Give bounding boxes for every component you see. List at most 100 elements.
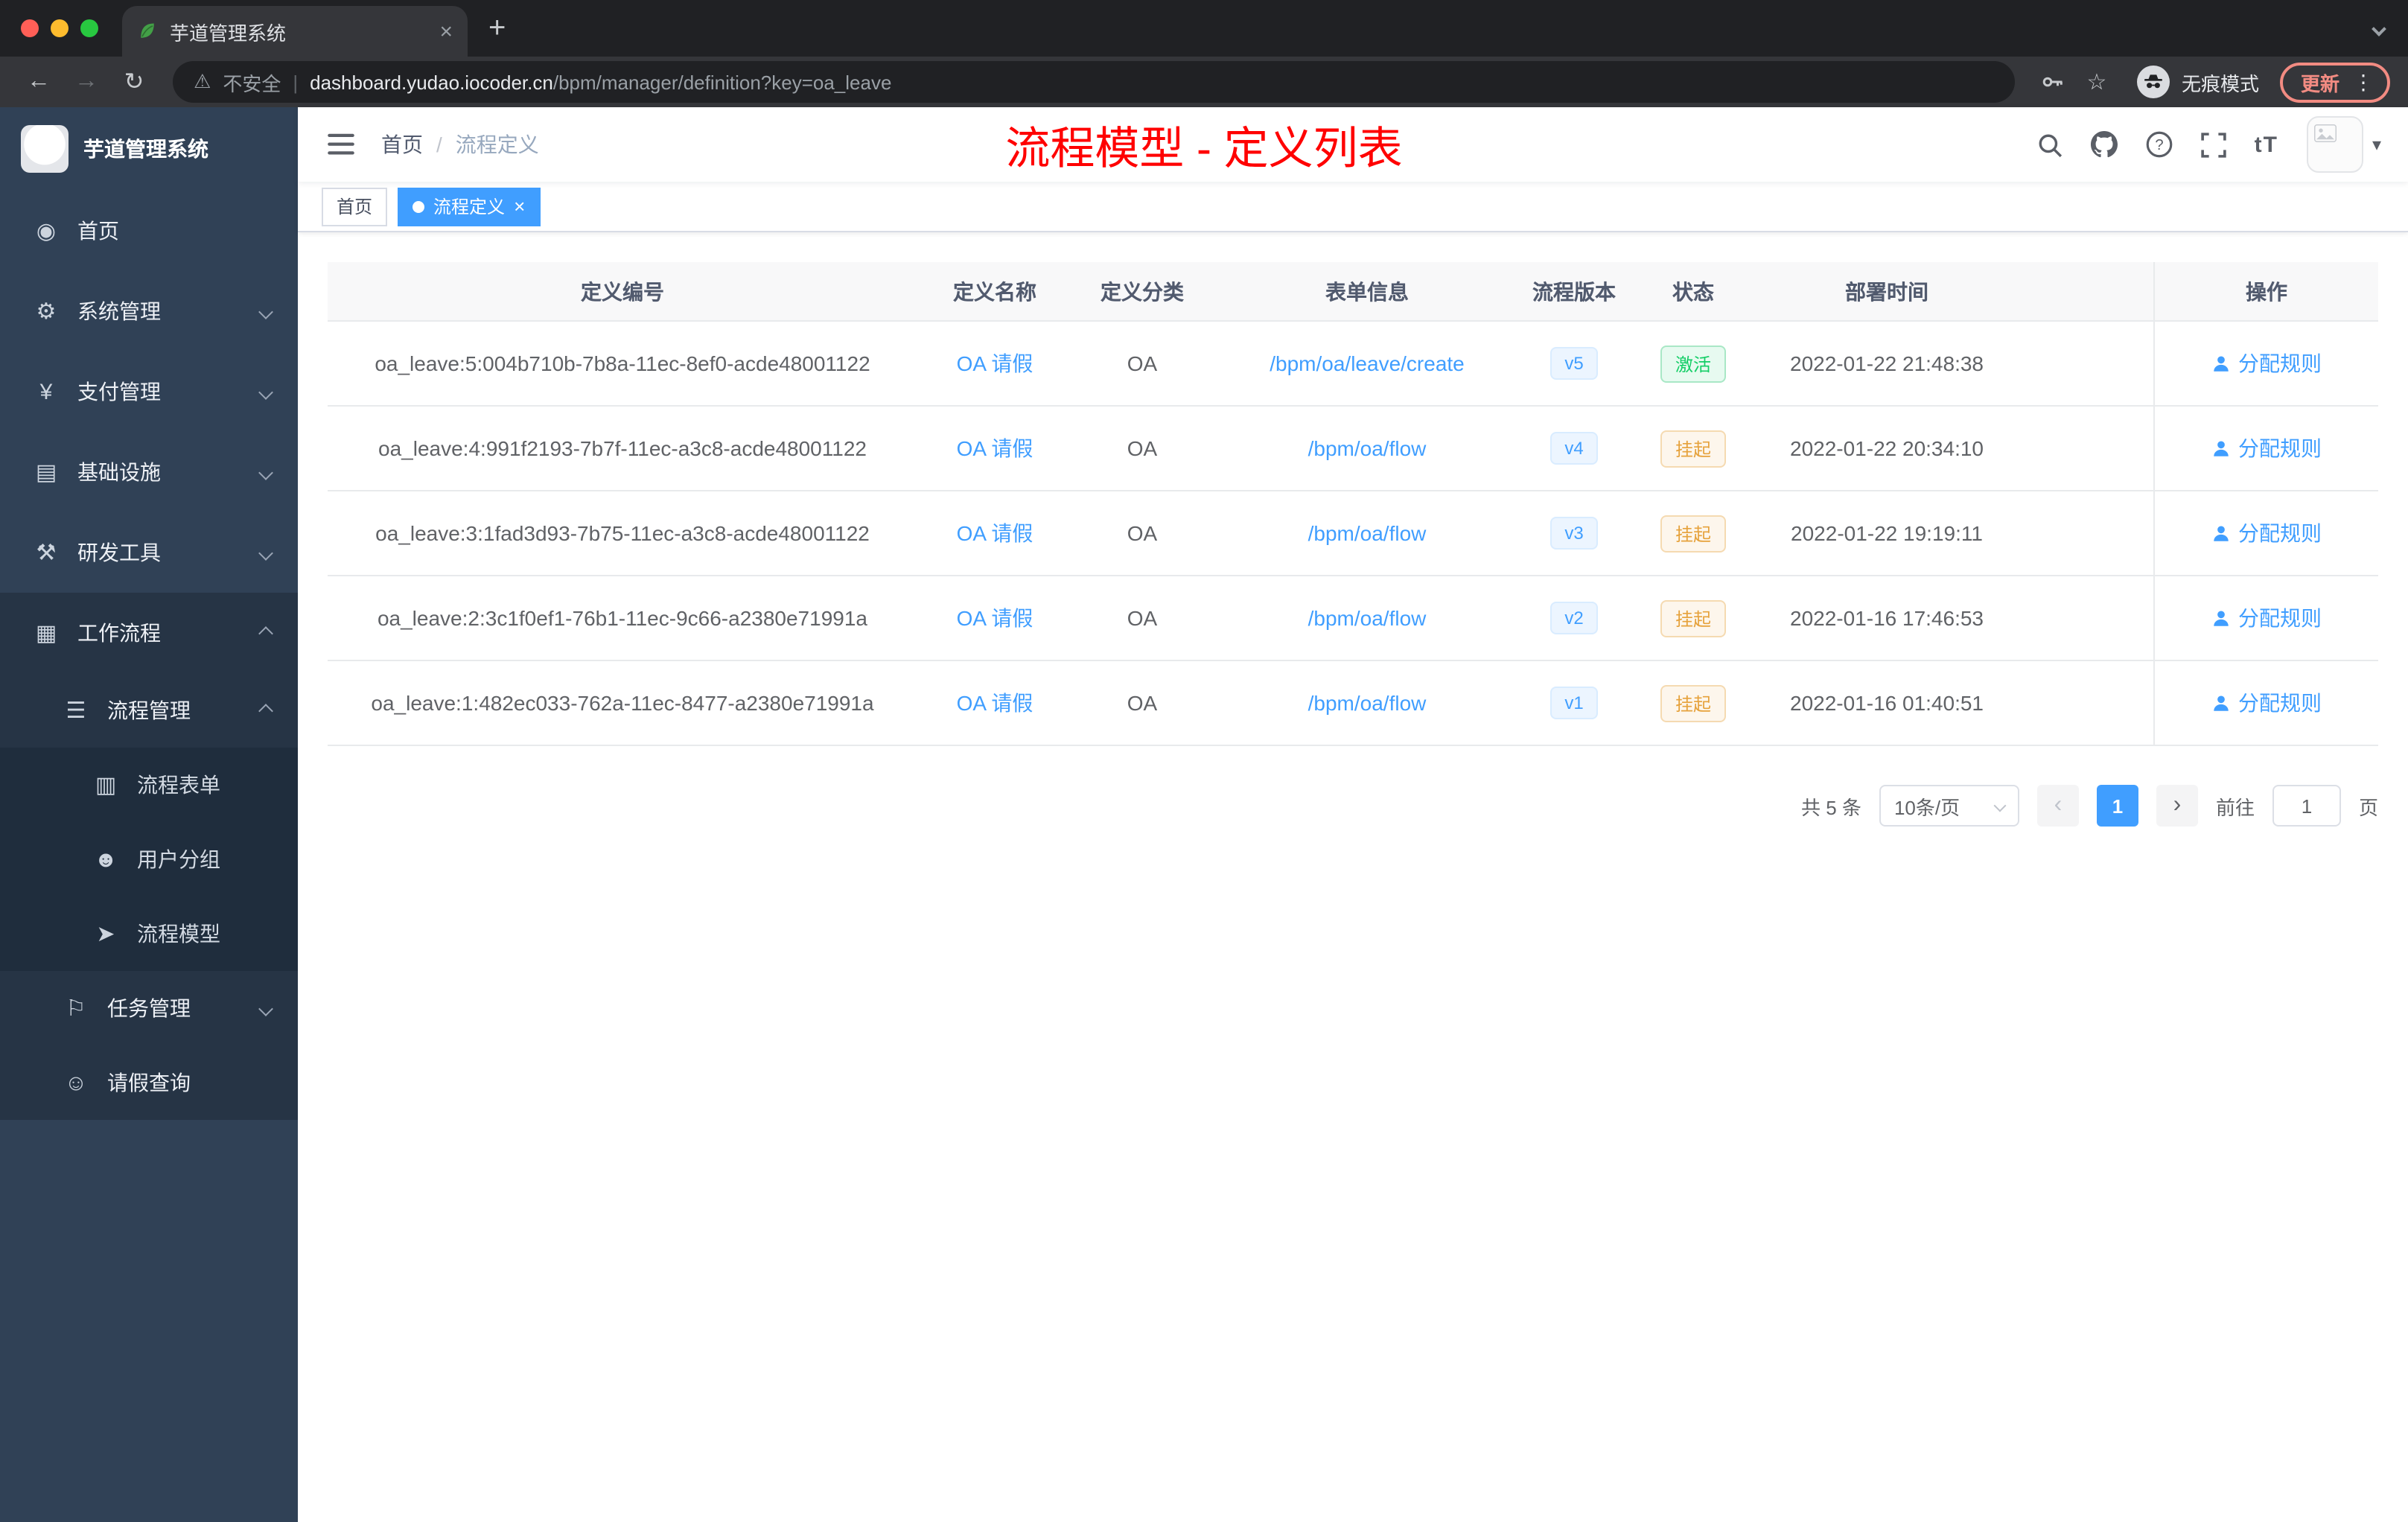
- chevron-up-icon: [258, 703, 273, 718]
- current-page-button[interactable]: 1: [2096, 785, 2138, 827]
- breadcrumb-separator: /: [436, 133, 442, 156]
- tag-process-definition[interactable]: 流程定义 ×: [398, 187, 541, 226]
- app-body: 芋道管理系统 ◉ 首页 ⚙ 系统管理 ¥ 支付管理 ▤ 基础设施 ⚒ 研发工具 …: [0, 107, 2408, 1522]
- browser-update-button[interactable]: 更新 ⋮: [2279, 62, 2390, 102]
- reload-button[interactable]: ↻: [113, 61, 155, 103]
- sidebar-item-label: 支付管理: [77, 380, 161, 404]
- deploy-time: 2022-01-16 17:46:53: [1790, 606, 1984, 630]
- table-row: oa_leave:1:482ec033-762a-11ec-8477-a2380…: [328, 661, 2378, 746]
- definition-name-link[interactable]: OA 请假: [957, 603, 1033, 633]
- form-link[interactable]: /bpm/oa/flow: [1308, 606, 1427, 630]
- tag-close-icon[interactable]: ×: [514, 197, 525, 216]
- zoom-window-button[interactable]: [80, 19, 98, 37]
- help-icon[interactable]: ?: [2146, 131, 2173, 158]
- sidebar-item-label: 首页: [77, 219, 119, 243]
- status-cell: 挂起: [1626, 661, 1760, 745]
- definition-id: oa_leave:4:991f2193-7b7f-11ec-a3c8-acde4…: [378, 436, 867, 460]
- version-badge[interactable]: v1: [1549, 687, 1599, 719]
- sidebar-item-label: 研发工具: [77, 541, 161, 564]
- fullscreen-icon[interactable]: [2200, 132, 2226, 157]
- security-label[interactable]: 不安全: [223, 68, 281, 96]
- forward-button[interactable]: →: [66, 61, 107, 103]
- page-size-select[interactable]: 10条/页: [1879, 785, 2019, 827]
- assign-rule-link[interactable]: 分配规则: [2238, 603, 2322, 633]
- browser-toolbar: ← → ↻ ⚠ 不安全 | dashboard.yudao.iocoder.cn…: [0, 57, 2408, 107]
- definition-id: oa_leave:1:482ec033-762a-11ec-8477-a2380…: [371, 691, 874, 715]
- tab-close-icon[interactable]: ×: [439, 19, 453, 44]
- sidebar-item-leave-query[interactable]: ☺ 请假查询: [0, 1045, 298, 1120]
- version-badge[interactable]: v3: [1549, 517, 1599, 550]
- svg-text:?: ?: [2155, 137, 2163, 153]
- chevron-down-icon: [258, 545, 273, 560]
- status-cell: 挂起: [1626, 576, 1760, 660]
- user-icon: [2211, 439, 2231, 458]
- version-badge[interactable]: v2: [1549, 602, 1599, 634]
- password-key-icon[interactable]: [2033, 63, 2071, 101]
- assign-rule-link[interactable]: 分配规则: [2238, 688, 2322, 718]
- url-path: /bpm/manager/definition?key=oa_leave: [552, 71, 892, 93]
- minimize-window-button[interactable]: [51, 19, 69, 37]
- gear-icon: ⚙: [36, 299, 57, 325]
- definition-name-link[interactable]: OA 请假: [957, 518, 1033, 548]
- sidebar-item-label: 请假查询: [107, 1071, 191, 1095]
- sidebar-item-label: 用户分组: [137, 847, 220, 871]
- sidebar-item-task-management[interactable]: ⚐ 任务管理: [0, 971, 298, 1045]
- version-badge[interactable]: v5: [1549, 347, 1599, 380]
- status-cell: 激活: [1626, 322, 1760, 405]
- chevron-down-icon: [258, 465, 273, 480]
- definition-name-link[interactable]: OA 请假: [957, 433, 1033, 463]
- next-page-button[interactable]: ›: [2156, 785, 2198, 827]
- assign-rule-link[interactable]: 分配规则: [2238, 348, 2322, 378]
- version-cell: v5: [1522, 322, 1626, 405]
- assign-rule-link[interactable]: 分配规则: [2238, 433, 2322, 463]
- security-warning-icon: ⚠: [194, 70, 211, 92]
- tag-home[interactable]: 首页: [322, 187, 388, 226]
- actions-cell: 分配规则: [2153, 576, 2378, 660]
- prev-page-button[interactable]: ‹: [2036, 785, 2079, 827]
- browser-menu-icon[interactable]: ⋮: [2353, 69, 2374, 95]
- form-link[interactable]: /bpm/oa/flow: [1308, 436, 1427, 460]
- sidebar-item-dev-tools[interactable]: ⚒ 研发工具: [0, 512, 298, 593]
- form-link[interactable]: /bpm/oa/flow: [1308, 521, 1427, 545]
- goto-page-input[interactable]: [2272, 785, 2341, 827]
- version-badge[interactable]: v4: [1549, 432, 1599, 465]
- sidebar-item-user-group[interactable]: ☻ 用户分组: [0, 822, 298, 897]
- back-button[interactable]: ←: [18, 61, 60, 103]
- user-avatar-menu[interactable]: ▾: [2306, 116, 2381, 173]
- person-icon: ☺: [64, 1070, 88, 1095]
- github-icon[interactable]: [2090, 131, 2118, 158]
- browser-tab[interactable]: 芋道管理系统 ×: [122, 6, 468, 57]
- bookmark-star-icon[interactable]: ☆: [2077, 63, 2116, 101]
- breadcrumb-home[interactable]: 首页: [381, 130, 423, 159]
- sidebar-item-process-management[interactable]: ☰ 流程管理: [0, 673, 298, 748]
- font-size-icon[interactable]: tT: [2255, 132, 2278, 157]
- definition-table: 定义编号 定义名称 定义分类 表单信息 流程版本 状态 部署时间 操作 oa_l…: [328, 262, 2378, 746]
- goto-unit: 页: [2358, 796, 2378, 818]
- sidebar-item-label: 工作流程: [77, 621, 161, 645]
- sidebar-item-system-management[interactable]: ⚙ 系统管理: [0, 271, 298, 351]
- browser-window: 芋道管理系统 × + ← → ↻ ⚠ 不安全 | dashboard.yudao…: [0, 0, 2408, 1522]
- sidebar-item-workflow[interactable]: ▦ 工作流程: [0, 593, 298, 673]
- tab-search-chevron-icon[interactable]: [2372, 15, 2386, 42]
- address-bar[interactable]: ⚠ 不安全 | dashboard.yudao.iocoder.cn/bpm/m…: [173, 61, 2015, 103]
- form-link[interactable]: /bpm/oa/leave/create: [1270, 351, 1465, 375]
- sidebar-item-payment-management[interactable]: ¥ 支付管理: [0, 351, 298, 432]
- table-row: oa_leave:4:991f2193-7b7f-11ec-a3c8-acde4…: [328, 407, 2378, 491]
- sidebar-item-process-form[interactable]: ▥ 流程表单: [0, 748, 298, 822]
- sidebar-menu: ◉ 首页 ⚙ 系统管理 ¥ 支付管理 ▤ 基础设施 ⚒ 研发工具 ▦ 工作流程 …: [0, 191, 298, 1120]
- sidebar-item-infrastructure[interactable]: ▤ 基础设施: [0, 432, 298, 512]
- close-window-button[interactable]: [21, 19, 39, 37]
- definition-name-link[interactable]: OA 请假: [957, 348, 1033, 378]
- form-link[interactable]: /bpm/oa/flow: [1308, 691, 1427, 715]
- definition-name-link[interactable]: OA 请假: [957, 688, 1033, 718]
- search-icon[interactable]: [2037, 132, 2063, 157]
- new-tab-button[interactable]: +: [488, 13, 506, 43]
- assign-rule-link[interactable]: 分配规则: [2238, 518, 2322, 548]
- page-content: 定义编号 定义名称 定义分类 表单信息 流程版本 状态 部署时间 操作 oa_l…: [298, 232, 2408, 1522]
- sidebar-item-home[interactable]: ◉ 首页: [0, 191, 298, 271]
- app-logo[interactable]: 芋道管理系统: [0, 107, 298, 191]
- hamburger-icon[interactable]: [325, 128, 357, 161]
- user-icon: [2211, 693, 2231, 713]
- status-badge: 挂起: [1660, 599, 1726, 637]
- sidebar-item-process-model[interactable]: ➤ 流程模型: [0, 897, 298, 971]
